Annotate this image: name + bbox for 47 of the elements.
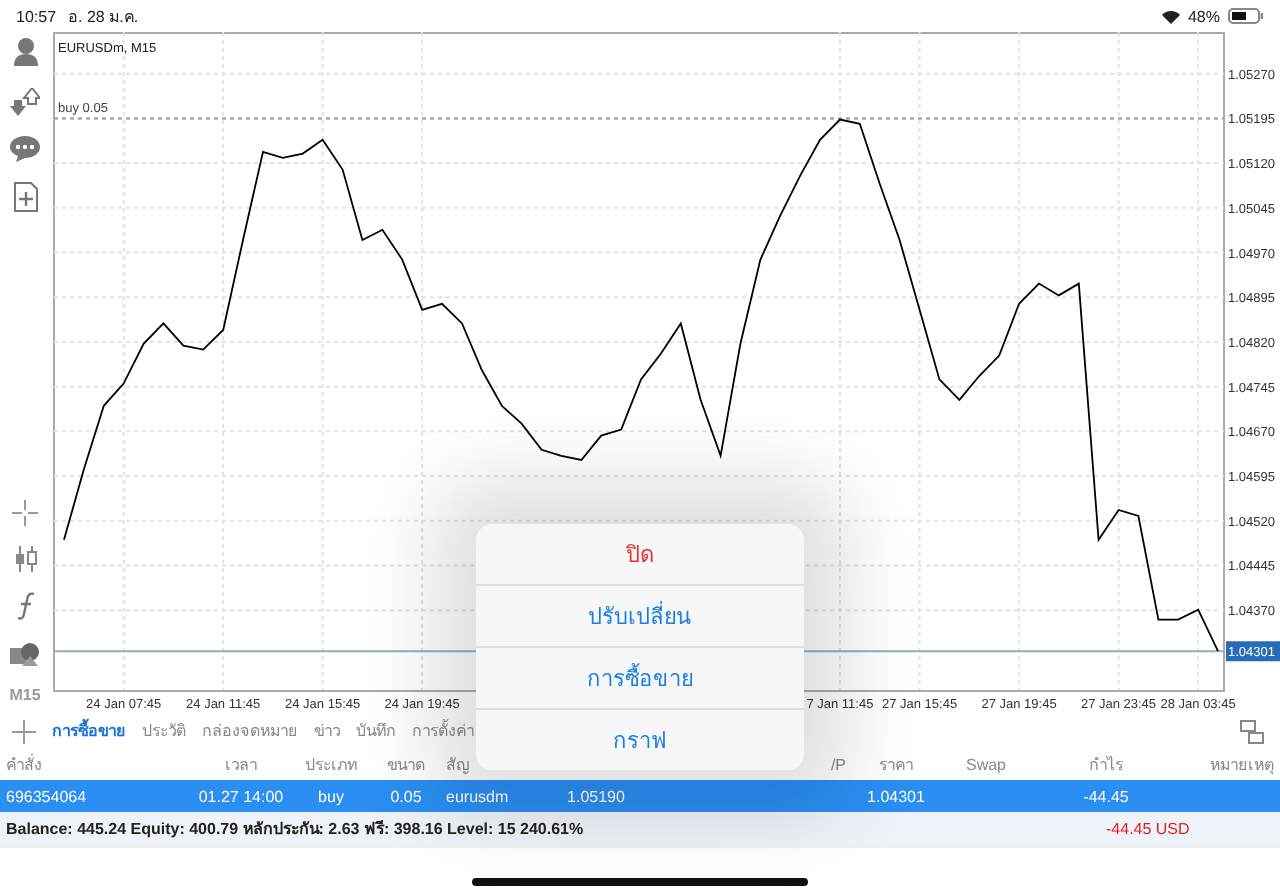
column-header: หมายเหตุ bbox=[1208, 754, 1274, 778]
tab[interactable]: กล่องจดหมาย bbox=[202, 718, 298, 744]
column-header: กำไร bbox=[1087, 754, 1125, 778]
table-cell-text: 0.05 bbox=[388, 787, 424, 805]
menu-item[interactable]: ปรับเปลี่ยน bbox=[476, 584, 804, 646]
new-order-icon[interactable] bbox=[13, 182, 37, 212]
status-date: อ. 28 ม.ค. bbox=[68, 5, 139, 29]
column-header: ราคา bbox=[877, 754, 915, 778]
column-header: /P bbox=[828, 756, 846, 774]
column-header: คำสั่ง bbox=[6, 752, 44, 778]
table-cell-text: 1.05190 bbox=[565, 787, 627, 805]
tab[interactable]: บันทึก bbox=[356, 718, 396, 744]
column-header: ขนาด bbox=[385, 754, 427, 778]
timeframe-button[interactable]: M15 bbox=[9, 686, 41, 704]
tab[interactable]: ประวัติ bbox=[142, 718, 186, 744]
account-icon[interactable] bbox=[11, 36, 39, 68]
tab[interactable]: การซื้อขาย bbox=[52, 718, 126, 744]
order-row[interactable]: 696354064 01.27 14:00 buy 0.05 eurusdm 1.05190 1.04301 -44.45 bbox=[0, 780, 1280, 812]
account-summary: Balance: 445.24 Equity: 400.79 หลักประกัน: 2.63 ฟรี: 398.16 Level: 15 240.61% bbox=[6, 818, 586, 842]
candlestick-icon[interactable] bbox=[13, 546, 37, 572]
chat-icon[interactable] bbox=[10, 136, 40, 162]
trade-arrows-icon[interactable] bbox=[10, 88, 40, 116]
battery-percent: 48% bbox=[1187, 7, 1220, 25]
wifi-icon bbox=[1161, 9, 1180, 23]
menu-item[interactable]: การซื้อขาย bbox=[476, 646, 804, 708]
column-header: สัญ bbox=[446, 754, 472, 778]
table-cell-text: 1.04301 bbox=[865, 787, 927, 805]
table-cell-text: 01.27 14:00 bbox=[196, 787, 286, 805]
tab[interactable]: ข่าว bbox=[314, 718, 340, 744]
table-cell-text: 696354064 bbox=[6, 787, 89, 805]
crosshair-icon[interactable] bbox=[12, 500, 38, 526]
status-time: 10:57 bbox=[16, 7, 57, 25]
total-profit: -44.45 USD bbox=[1106, 820, 1190, 838]
column-header: เวลา bbox=[223, 754, 259, 778]
menu-item[interactable]: กราฟ bbox=[476, 708, 804, 770]
add-icon[interactable] bbox=[12, 719, 36, 743]
table-cell-text: eurusdm bbox=[446, 787, 511, 805]
table-cell-text: buy bbox=[316, 787, 346, 805]
column-header: Swap bbox=[963, 756, 1008, 774]
menu-item[interactable]: ปิด bbox=[476, 524, 804, 584]
table-cell-text: -44.45 bbox=[1081, 787, 1131, 805]
battery-icon bbox=[1228, 8, 1264, 24]
function-icon[interactable] bbox=[15, 592, 35, 620]
tab[interactable]: การตั้งค่า bbox=[412, 718, 474, 744]
layout-icon[interactable] bbox=[1240, 719, 1264, 743]
objects-icon[interactable] bbox=[10, 640, 40, 666]
column-header: ประเภท bbox=[303, 754, 359, 778]
